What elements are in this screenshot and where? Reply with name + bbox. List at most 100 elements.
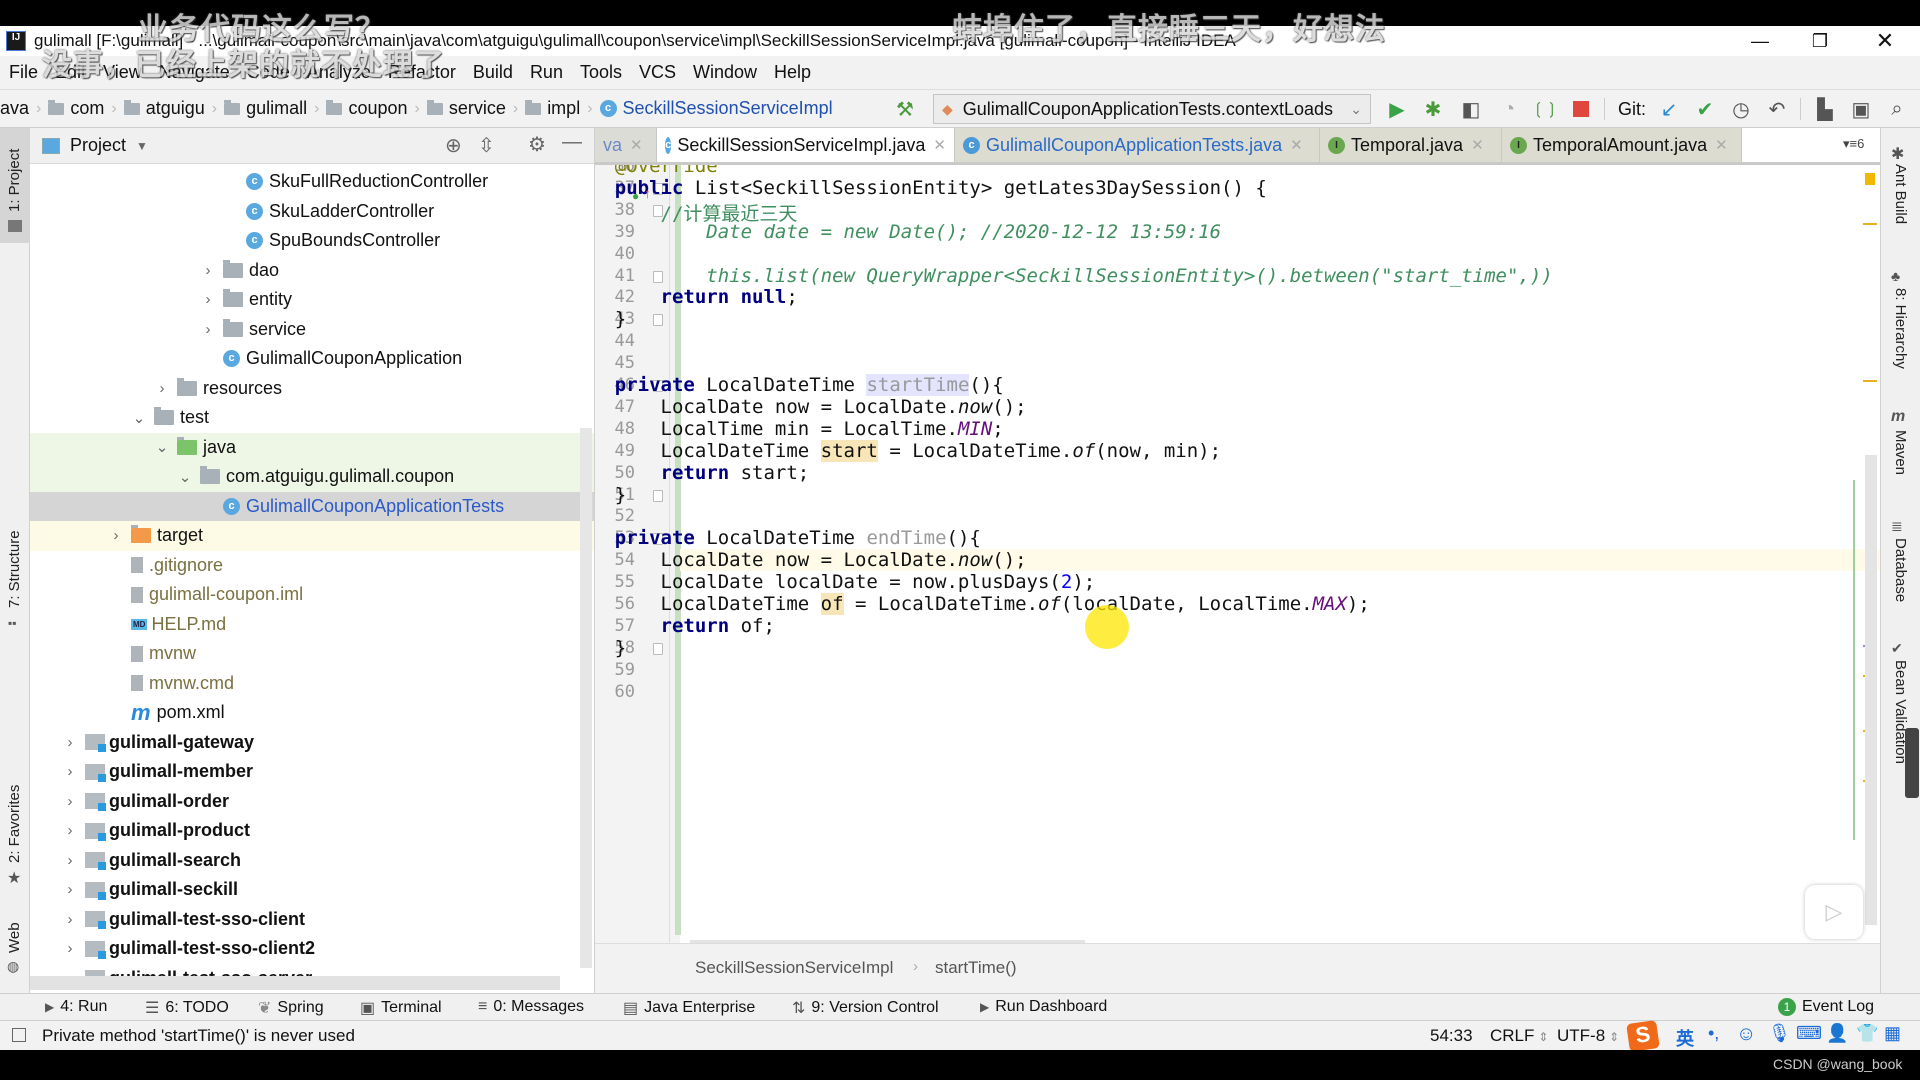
code-line[interactable]: LocalTime min = LocalTime.MIN; [595,418,1004,440]
code-line[interactable]: LocalDateTime of = LocalDateTime.of(loca… [595,593,1370,615]
gear-icon[interactable]: ⚙ [528,132,546,157]
punctuation-icon[interactable]: •, [1708,1023,1719,1044]
tree-item[interactable]: c GulimallCouponApplicationTests [30,491,594,521]
tool-window-todo[interactable]: ☰ 6: TODO [145,998,229,1018]
vertical-scrollbar[interactable] [580,428,592,968]
fold-marker-icon[interactable] [653,489,663,502]
chevron-right-icon[interactable]: › [61,793,79,810]
tree-item[interactable]: ⌄ com.atguigu.gulimall.coupon [30,462,594,492]
implementation-marker-icon[interactable]: ● [632,189,639,203]
tree-item[interactable]: › gulimall-seckill [30,875,594,905]
microphone-icon[interactable]: 🎙 [1768,1023,1791,1044]
toolbox-grid-icon[interactable]: ▦ [1884,1023,1901,1044]
chevron-right-icon[interactable]: › [153,380,171,397]
run-configuration-select[interactable]: ◆ GulimallCouponApplicationTests.context… [933,94,1371,124]
chevron-right-icon[interactable]: › [61,881,79,898]
tool-window-database[interactable]: Database [1892,538,1909,602]
chevron-down-icon[interactable]: ⌄ [130,409,148,427]
chevron-down-icon[interactable]: ⌄ [153,438,171,456]
tree-item[interactable]: gulimall-coupon.iml [30,580,594,610]
menu-file[interactable]: File [9,62,38,83]
collapse-all-icon[interactable]: ⇳ [478,133,495,158]
vertical-scrollbar[interactable] [1865,455,1877,925]
tree-item[interactable]: › target [30,521,594,551]
tree-item[interactable]: ⌄ test [30,403,594,433]
code-line[interactable]: private LocalDateTime startTime(){ [595,374,1004,396]
tree-item[interactable]: › gulimall-gateway [30,728,594,758]
run-icon[interactable]: ▶ [1384,96,1410,122]
tree-item[interactable]: › gulimall-test-sso-client2 [30,934,594,964]
sogou-ime-icon[interactable]: S [1626,1020,1660,1052]
menu-tools[interactable]: Tools [580,62,622,83]
error-stripe-warning[interactable] [1865,173,1875,185]
tab-temporal-amount[interactable]: I TemporalAmount.java ✕ [1502,128,1742,162]
breadcrumb-item[interactable]: com [48,98,104,119]
fold-marker-icon[interactable] [653,642,663,655]
tree-item[interactable]: › gulimall-search [30,846,594,876]
keyboard-icon[interactable]: ⌨ [1796,1023,1822,1044]
code-line[interactable]: @Override [595,165,718,177]
chevron-right-icon[interactable]: › [61,852,79,869]
menu-window[interactable]: Window [693,62,757,83]
tree-item[interactable]: › gulimall-test-sso-client [30,905,594,935]
chevron-right-icon[interactable]: › [61,911,79,928]
build-hammer-icon[interactable]: ⚒ [892,96,918,122]
git-commit-icon[interactable]: ✔ [1692,96,1718,122]
skin-shirt-icon[interactable]: 👕 [1856,1023,1878,1044]
tab-gulimall-coupon-application-tests[interactable]: c GulimallCouponApplicationTests.java ✕ [955,128,1320,162]
tree-item[interactable]: mvnw.cmd [30,669,594,699]
breadcrumb-method[interactable]: startTime() [935,958,1017,978]
tool-window-project[interactable]: 1: Project [6,149,23,212]
presentation-icon[interactable]: ▣ [1848,96,1874,122]
error-stripe-mark[interactable] [1863,380,1877,382]
code-line[interactable]: LocalDateTime start = LocalDateTime.of(n… [595,439,1221,462]
menu-run[interactable]: Run [530,62,563,83]
code-line[interactable]: LocalDate now = LocalDate.now(); [595,549,1027,571]
tool-window-version-control[interactable]: ⇅ 9: Version Control [792,998,939,1018]
close-tab-icon[interactable]: ✕ [1290,136,1303,154]
override-arrow-icon[interactable]: ↑ [644,185,651,201]
git-history-icon[interactable]: ◷ [1728,96,1754,122]
rollback-icon[interactable]: ↶ [1764,96,1790,122]
breadcrumb-item[interactable]: atguigu [123,98,205,119]
tree-item[interactable]: c SkuFullReductionController [30,167,594,197]
chevron-right-icon[interactable]: › [61,763,79,780]
profiler-icon[interactable]: ◔ [1496,96,1522,122]
close-tab-icon[interactable]: ✕ [933,136,946,154]
tree-item[interactable]: › service [30,315,594,345]
locate-file-icon[interactable]: ⊕ [445,133,462,158]
breadcrumb-item-current[interactable]: c SeckillSessionServiceImpl [599,98,833,119]
code-line[interactable]: LocalDate now = LocalDate.now(); [595,396,1027,418]
chevron-right-icon[interactable]: › [61,822,79,839]
tool-window-run[interactable]: ▶ 4: Run [45,998,107,1016]
breadcrumb-item[interactable]: coupon [326,98,408,119]
code-line[interactable]: return null; [595,286,798,308]
menu-build[interactable]: Build [473,62,513,83]
chevron-right-icon[interactable]: › [199,262,217,279]
tree-item[interactable]: ⌄ java [30,432,594,462]
event-log-button[interactable]: 1 Event Log [1778,998,1874,1016]
breadcrumb-item[interactable]: ava [0,98,29,119]
tree-item[interactable]: › dao [30,256,594,286]
code-line[interactable]: // Date date = new Date(); //2020-12-12 … [595,221,1221,243]
code-line[interactable]: } [595,637,626,659]
user-icon[interactable]: 👤 [1826,1023,1848,1044]
minimize-button[interactable]: — [1730,26,1790,56]
tool-window-terminal[interactable]: ▣ Terminal [360,998,442,1018]
debug-icon[interactable]: ✱ [1420,96,1446,122]
tree-item[interactable]: › gulimall-order [30,787,594,817]
chevron-right-icon[interactable]: › [199,321,217,338]
code-line[interactable]: public List<SeckillSessionEntity> getLat… [595,177,1267,199]
breadcrumb-item[interactable]: impl [525,98,580,119]
close-button[interactable]: ✕ [1855,26,1915,56]
tree-item[interactable]: c SpuBoundsController [30,226,594,256]
breadcrumb-item[interactable]: service [426,98,506,119]
tool-window-web[interactable]: Web [6,922,23,953]
chevron-right-icon[interactable]: › [61,940,79,957]
error-stripe-mark[interactable] [1863,223,1877,225]
chevron-right-icon[interactable]: › [199,291,217,308]
code-line[interactable]: private LocalDateTime endTime(){ [595,527,981,549]
tool-window-structure[interactable]: 7: Structure [6,530,23,608]
tool-window-ant-build[interactable]: Ant Build [1892,164,1909,224]
caret-position[interactable]: 54:33 [1430,1026,1473,1046]
